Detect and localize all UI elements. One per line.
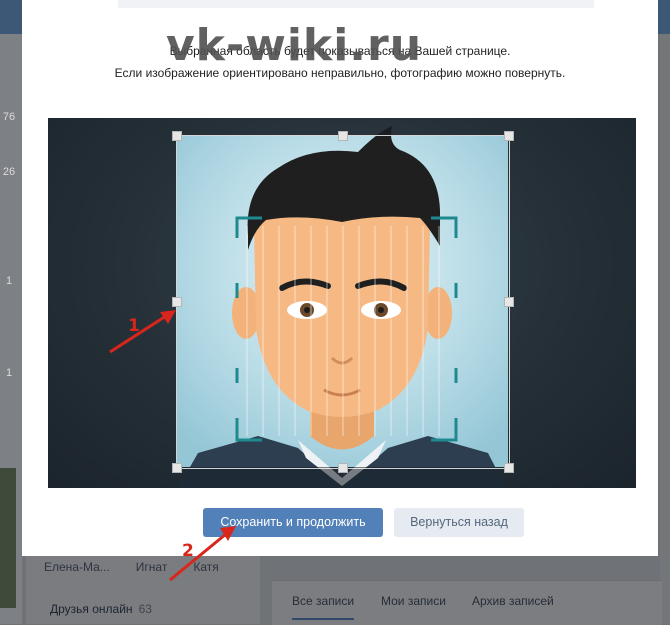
friends-online-label: Друзья онлайн	[50, 602, 133, 616]
tab-all-posts[interactable]: Все записи	[292, 594, 355, 620]
marker-label-2: 2	[182, 541, 194, 561]
tab-my-posts[interactable]: Мои записи	[381, 594, 446, 608]
left-count-4: 1	[5, 367, 13, 379]
left-count-1: 76	[2, 111, 16, 123]
crop-handle-bottom-left[interactable]	[172, 463, 182, 473]
friends-online-heading[interactable]: Друзья онлайн 63	[50, 602, 152, 616]
left-count-3: 1	[5, 275, 13, 287]
crop-photo-dialog: Выбранная область будет показываться на …	[22, 0, 658, 556]
right-column	[660, 34, 670, 624]
crop-handle-top-right[interactable]	[504, 131, 514, 141]
friends-online-count: 63	[138, 602, 152, 616]
go-back-button[interactable]: Вернуться назад	[394, 508, 524, 537]
crop-handle-top-left[interactable]	[172, 131, 182, 141]
crop-handle-right[interactable]	[504, 297, 514, 307]
watermark: vk-wiki.ru	[166, 20, 423, 71]
friends-list: Елена-Ма... Игнат Катя	[44, 560, 219, 574]
friend-name[interactable]: Катя	[193, 560, 218, 574]
left-count-2: 26	[2, 166, 16, 178]
dialog-header-strip	[118, 0, 594, 8]
tab-archive[interactable]: Архив записей	[472, 594, 554, 608]
crop-handle-left[interactable]	[172, 297, 182, 307]
save-and-continue-button[interactable]: Сохранить и продолжить	[203, 508, 383, 537]
crop-handle-bottom[interactable]	[338, 463, 348, 473]
friend-name[interactable]: Елена-Ма...	[44, 560, 110, 574]
crop-area[interactable]	[48, 118, 636, 488]
crop-handle-top[interactable]	[338, 131, 348, 141]
friend-name[interactable]: Игнат	[136, 560, 168, 574]
marker-label-1: 1	[128, 316, 140, 336]
crop-selection-frame[interactable]	[176, 135, 510, 469]
photo-thumbnail	[0, 468, 16, 608]
crop-handle-bottom-right[interactable]	[504, 463, 514, 473]
